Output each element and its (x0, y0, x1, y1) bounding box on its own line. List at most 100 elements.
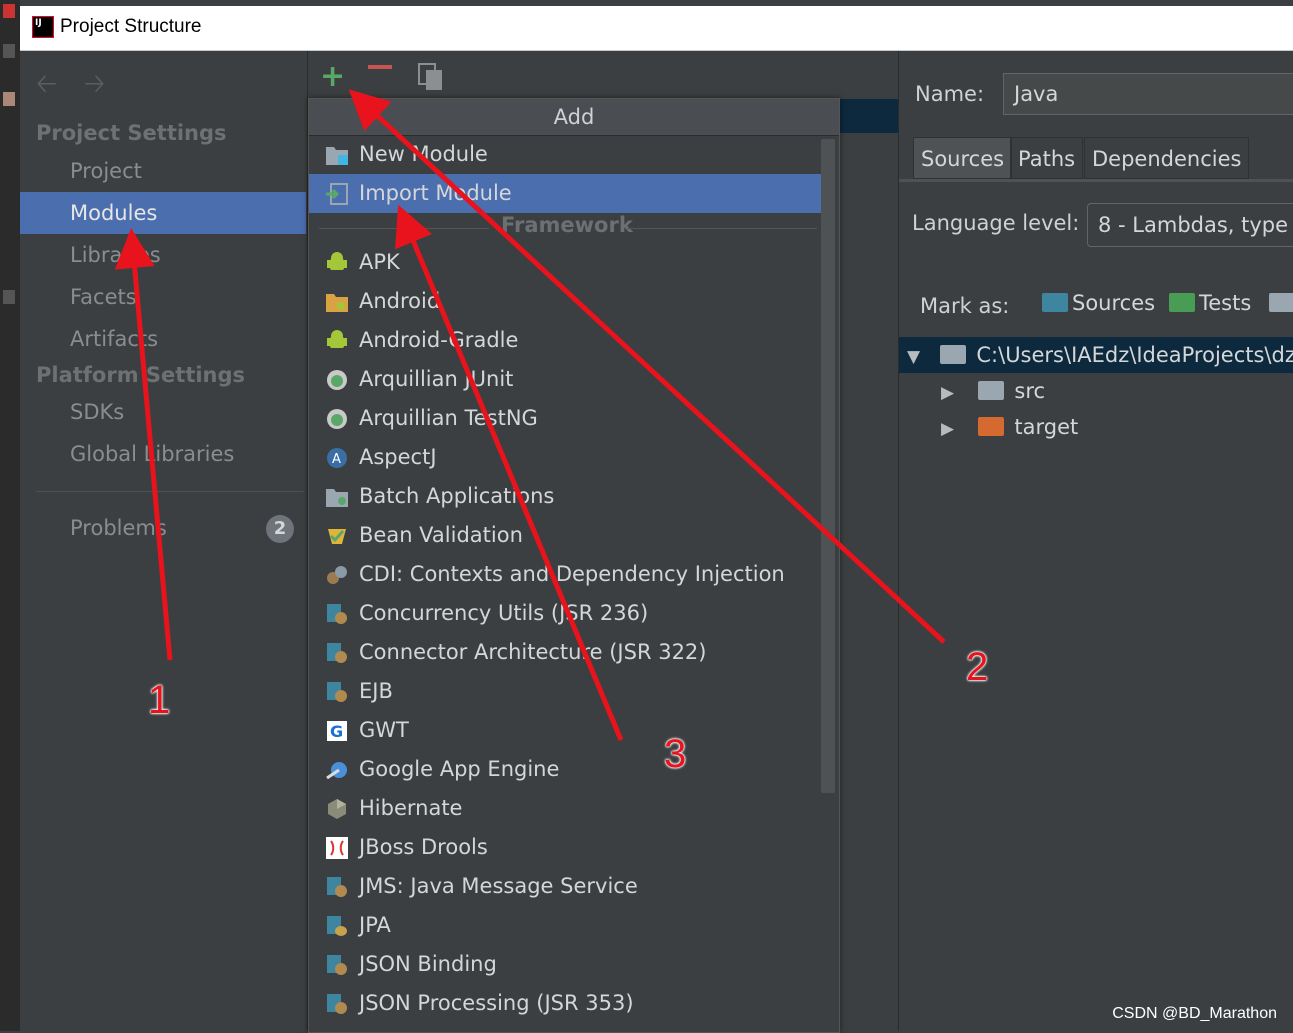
menu-item-framework[interactable]: CDI: Contexts and Dependency Injection (309, 555, 821, 594)
annotation-number-2: 2 (966, 645, 989, 689)
sidebar-item-project[interactable]: Project (20, 150, 306, 192)
menu-item-framework[interactable]: Batch Applications (309, 477, 821, 516)
menu-item-label: EJB (359, 679, 393, 703)
back-arrow-icon[interactable]: 🡠 (36, 65, 57, 109)
copy-icon[interactable] (418, 63, 444, 99)
tree-item-label: src (1014, 379, 1046, 403)
module-row-selected[interactable] (838, 99, 898, 133)
sidebar-item-global-libraries[interactable]: Global Libraries (20, 433, 306, 475)
excluded-folder-icon (977, 417, 1004, 436)
add-icon[interactable]: + (320, 59, 345, 94)
language-level-label: Language level: (912, 211, 1080, 235)
menu-item-import-module[interactable]: Import Module (309, 174, 821, 213)
menu-item-label: Batch Applications (359, 484, 555, 508)
mark-as-sources-button[interactable]: Sources (1042, 291, 1155, 315)
tree-root-row[interactable]: ▼ C:\Users\IAEdz\IdeaProjects\dzy (899, 337, 1293, 373)
menu-item-framework[interactable]: JBoss Drools (309, 828, 821, 867)
menu-item-framework[interactable]: JSON Processing (JSR 353) (309, 984, 821, 1023)
javaee-icon (327, 682, 347, 702)
framework-separator: Framework (309, 213, 821, 243)
forward-arrow-icon[interactable]: 🡢 (84, 65, 105, 109)
menu-item-framework[interactable]: JSON Binding (309, 945, 821, 984)
name-label: Name: (915, 82, 985, 106)
svg-text:G: G (330, 722, 343, 741)
tab-underline (899, 179, 1293, 182)
bean-validation-icon (328, 529, 346, 544)
javaee-icon (327, 994, 347, 1014)
menu-item-label: Connector Architecture (JSR 322) (359, 640, 707, 664)
gwt-icon: G (327, 721, 347, 741)
tree-row-src[interactable]: ▶ src (899, 373, 1045, 409)
mark-as-tests-label: Tests (1199, 291, 1252, 315)
menu-item-label: CDI: Contexts and Dependency Injection (359, 562, 785, 586)
menu-item-framework[interactable]: Connector Architecture (JSR 322) (309, 633, 821, 672)
menu-item-label: New Module (359, 142, 488, 166)
tab-sources[interactable]: Sources (913, 137, 1013, 179)
menu-item-label: Android-Gradle (359, 328, 519, 352)
annotation-number-3: 3 (664, 732, 687, 776)
menu-item-label: JMS: Java Message Service (359, 874, 638, 898)
menu-item-framework[interactable]: APK (309, 243, 821, 282)
menu-item-framework[interactable]: JMS: Java Message Service (309, 867, 821, 906)
menu-item-framework[interactable]: Concurrency Utils (JSR 236) (309, 594, 821, 633)
menu-item-framework[interactable]: Android (309, 282, 821, 321)
module-folder-icon (326, 147, 348, 165)
menu-item-framework[interactable]: EJB (309, 672, 821, 711)
add-popup-menu: Add New Module Import Module Framework A… (308, 98, 840, 1033)
menu-item-new-module[interactable]: New Module (309, 135, 821, 174)
tree-item-label: target (1014, 415, 1079, 439)
popup-scrollbar[interactable] (821, 139, 835, 793)
remove-icon[interactable] (368, 65, 392, 69)
mark-as-tests-button[interactable]: Tests (1169, 291, 1251, 315)
expanded-triangle-icon: ▼ (907, 347, 921, 367)
menu-item-label: JBoss Drools (359, 835, 488, 859)
language-level-select[interactable]: 8 - Lambdas, type a (1087, 203, 1293, 247)
sidebar-item-facets[interactable]: Facets (20, 276, 306, 318)
javaee-icon (327, 604, 347, 624)
popup-header: Add (309, 99, 839, 136)
android-icon (327, 330, 347, 348)
platform-settings-header: Platform Settings (36, 363, 246, 387)
collapsed-triangle-icon: ▶ (941, 383, 955, 403)
tab-dependencies[interactable]: Dependencies (1084, 137, 1250, 179)
ide-logo-icon (3, 4, 15, 18)
sidebar-item-sdks[interactable]: SDKs (20, 391, 306, 433)
aspectj-icon: A (327, 448, 347, 468)
sidebar-item-artifacts[interactable]: Artifacts (20, 318, 306, 360)
menu-item-framework[interactable]: Hibernate (309, 789, 821, 828)
menu-item-framework[interactable]: A AspectJ (309, 438, 821, 477)
module-detail-panel: Name: Java Sources Paths Dependencies La… (898, 51, 1293, 1031)
window-titlebar[interactable]: IJ Project Structure (20, 6, 1293, 51)
mark-as-label: Mark as: (920, 294, 1010, 318)
tab-paths[interactable]: Paths (1010, 137, 1084, 179)
menu-item-label: Arquillian JUnit (359, 367, 514, 391)
menu-item-label: JSON Processing (JSR 353) (359, 991, 634, 1015)
sources-folder-icon (1042, 293, 1068, 312)
menu-item-framework[interactable]: G GWT (309, 711, 821, 750)
sidebar-divider (36, 491, 304, 492)
sidebar-item-libraries[interactable]: Libraries (20, 234, 306, 276)
menu-item-framework[interactable]: Arquillian JUnit (309, 360, 821, 399)
module-name-input[interactable]: Java (1003, 73, 1293, 115)
tree-root-label: C:\Users\IAEdz\IdeaProjects\dzy (976, 343, 1293, 367)
menu-item-framework[interactable]: JPA (309, 906, 821, 945)
annotation-number-1: 1 (148, 678, 171, 722)
sidebar-item-problems[interactable]: Problems 2 (20, 507, 306, 549)
sidebar-item-modules[interactable]: Modules (20, 192, 306, 234)
javaee-icon (327, 643, 347, 663)
folder-icon (939, 345, 966, 364)
mark-as-resources-icon[interactable] (1269, 291, 1293, 315)
ide-tool-icon (3, 290, 15, 304)
ide-folder-icon (3, 92, 15, 106)
arquillian-icon (327, 370, 347, 390)
menu-item-framework[interactable]: Bean Validation (309, 516, 821, 555)
tree-row-target[interactable]: ▶ target (899, 409, 1078, 445)
menu-item-framework[interactable]: Arquillian TestNG (309, 399, 821, 438)
intellij-logo-icon: IJ (32, 16, 54, 38)
framework-header: Framework (501, 213, 633, 237)
menu-item-label: Bean Validation (359, 523, 523, 547)
menu-item-label: JPA (359, 913, 391, 937)
menu-item-label: GWT (359, 718, 409, 742)
menu-item-framework[interactable]: Android-Gradle (309, 321, 821, 360)
menu-item-framework[interactable]: Google App Engine (309, 750, 821, 789)
